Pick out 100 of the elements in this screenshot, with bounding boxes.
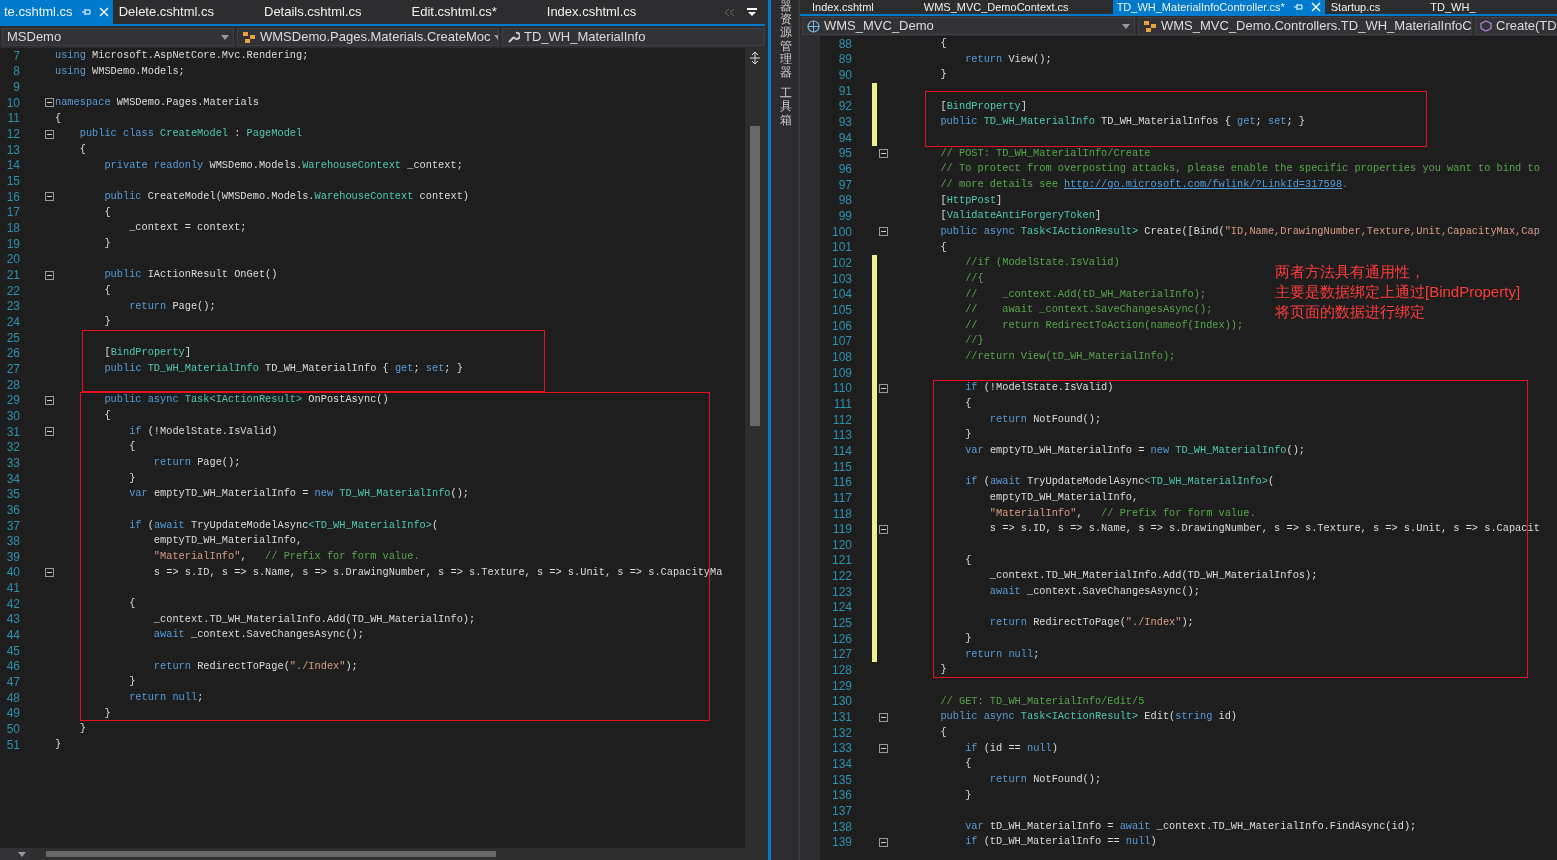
code-line: _context.TD_WH_MaterialInfo.Add(TD_WH_MaterialInfo); xyxy=(152,612,476,625)
line-number: 45 xyxy=(5,642,20,660)
collapse-icon[interactable] xyxy=(45,427,54,437)
file-tab[interactable]: TD_WH_ xyxy=(1424,0,1520,14)
line-number: 99 xyxy=(837,208,852,226)
code-line: return null; xyxy=(964,647,1040,660)
code-line: return Page(); xyxy=(152,456,241,469)
collapse-icon[interactable] xyxy=(879,383,888,393)
line-number: 110 xyxy=(831,380,852,398)
code-line: return NotFound(); xyxy=(988,412,1102,425)
line-number: 29 xyxy=(5,392,20,410)
file-tab[interactable]: Details.cshtml.cs xyxy=(258,0,406,24)
collapse-icon[interactable] xyxy=(45,270,54,280)
code-line: { xyxy=(103,409,111,422)
line-number: 20 xyxy=(5,251,20,269)
line-number: 96 xyxy=(837,161,852,179)
close-icon[interactable] xyxy=(98,7,109,17)
file-tab[interactable]: te.cshtml.cs xyxy=(0,0,113,24)
globe-icon xyxy=(807,19,820,33)
code-line: //{ xyxy=(964,271,984,284)
code-line: } xyxy=(964,428,972,441)
split-icon[interactable] xyxy=(749,52,761,64)
collapse-icon[interactable] xyxy=(45,395,54,405)
caret-icon xyxy=(18,851,26,857)
file-tab[interactable]: Index.cshtml xyxy=(806,0,918,14)
file-tab[interactable]: TD_WH_MaterialInfoController.cs* xyxy=(1112,0,1325,14)
line-number: 43 xyxy=(5,611,20,629)
code-line: public class CreateModel : PageModel xyxy=(78,127,303,140)
line-number: 92 xyxy=(837,98,852,116)
collapse-icon[interactable] xyxy=(879,837,888,847)
code-line: // To protect from overposting attacks, please enable the specific properties you want to bind to xyxy=(939,162,1540,175)
line-number: 130 xyxy=(830,693,852,711)
line-number: 18 xyxy=(5,220,20,238)
code-line: } xyxy=(103,236,111,249)
line-number: 51 xyxy=(5,736,20,754)
collapse-icon[interactable] xyxy=(45,568,54,577)
class-icon xyxy=(1143,19,1157,33)
code-line: { xyxy=(939,240,947,253)
code-line: if (id == null) xyxy=(964,741,1058,754)
file-tab[interactable]: Edit.cshtml.cs* xyxy=(405,0,541,24)
file-tab[interactable]: Startup.cs xyxy=(1324,0,1425,14)
caret-icon xyxy=(1122,23,1130,29)
scrollbar-thumb[interactable] xyxy=(750,126,760,426)
line-number: 26 xyxy=(5,345,20,363)
pin-icon[interactable] xyxy=(1292,2,1303,12)
tab-menu-icon[interactable] xyxy=(747,7,757,17)
line-number: 33 xyxy=(5,454,20,472)
code-line: } xyxy=(103,706,111,719)
line-number: 114 xyxy=(831,442,852,460)
line-number: 46 xyxy=(5,658,20,676)
annotation-note: 两者方法具有通用性， 主要是数据绑定上通过[BindProperty] 将页面的数据进行绑定 xyxy=(1275,262,1521,322)
collapse-icon[interactable] xyxy=(879,227,888,237)
code-line: _context.TD_WH_MaterialInfo.Add(TD_WH_MaterialInfos); xyxy=(988,569,1318,582)
navigation-dropdown[interactable]: WMS_MVC_Demo.Controllers.TD_WH_MaterialInfoC xyxy=(1138,17,1472,35)
code-line: } xyxy=(964,788,972,801)
collapse-icon[interactable] xyxy=(879,524,888,534)
navigation-dropdown[interactable]: WMS_MVC_Demo xyxy=(802,17,1135,35)
line-number: 42 xyxy=(5,595,20,613)
tool-window-tab[interactable]: 工具箱 xyxy=(780,87,792,127)
file-tab[interactable]: Delete.cshtml.cs xyxy=(112,0,258,24)
zoom-dropdown[interactable] xyxy=(0,848,30,860)
pin-icon[interactable] xyxy=(80,7,91,17)
collapse-icon[interactable] xyxy=(45,192,54,202)
code-line: return View(); xyxy=(964,52,1052,65)
line-number: 34 xyxy=(5,470,20,488)
collapse-icon[interactable] xyxy=(45,129,54,139)
line-number: 120 xyxy=(830,536,852,554)
code-line: return null; xyxy=(128,690,204,703)
collapse-icon[interactable] xyxy=(879,148,888,158)
code-link[interactable]: http://go.microsoft.com/fwlink/?LinkId=317598 xyxy=(1064,177,1343,190)
line-number: 128 xyxy=(830,662,852,680)
vertical-scrollbar[interactable] xyxy=(745,48,765,848)
line-number: 101 xyxy=(830,239,852,257)
collapse-icon[interactable] xyxy=(45,98,54,108)
file-tab[interactable]: Index.cshtml.cs xyxy=(540,0,681,24)
line-number: 112 xyxy=(831,411,852,429)
navigation-dropdown[interactable]: Create(TD xyxy=(1475,17,1557,35)
file-tab[interactable]: WMS_MVC_DemoContext.cs xyxy=(917,0,1113,14)
code-line: if (tD_WH_MaterialInfo == null) xyxy=(964,835,1157,848)
code-line: public async Task<IActionResult> OnPostAsync() xyxy=(103,393,389,406)
navigation-dropdown[interactable]: MSDemo xyxy=(2,28,234,46)
line-number: 88 xyxy=(837,35,852,53)
code-line: return NotFound(); xyxy=(988,772,1102,785)
line-number: 107 xyxy=(830,333,852,351)
line-number: 125 xyxy=(830,615,852,633)
line-number: 111 xyxy=(832,395,852,413)
tool-window-tab[interactable]: 器资源管理器 xyxy=(780,0,792,80)
collapse-icon[interactable] xyxy=(879,712,888,722)
code-line: // await _context.SaveChangesAsync(); xyxy=(964,303,1213,316)
collapse-icon[interactable] xyxy=(879,743,888,753)
navigation-dropdown[interactable]: WMSDemo.Pages.Materials.CreateMoc xyxy=(237,28,499,46)
code-line: emptyTD_WH_MaterialInfo, xyxy=(988,491,1139,504)
close-icon[interactable] xyxy=(1310,2,1321,12)
line-number: 32 xyxy=(5,439,20,457)
line-number: 108 xyxy=(830,348,852,366)
line-number: 113 xyxy=(831,427,852,445)
line-number: 11 xyxy=(6,110,20,128)
code-line: { xyxy=(939,725,947,738)
code-line: public async Task<IActionResult> Create([Bind("ID,Name,DrawingNumber,Texture,Unit,CapacityMax,Cap xyxy=(939,224,1540,237)
navigation-dropdown[interactable]: TD_WH_MaterialInfo xyxy=(502,28,765,46)
